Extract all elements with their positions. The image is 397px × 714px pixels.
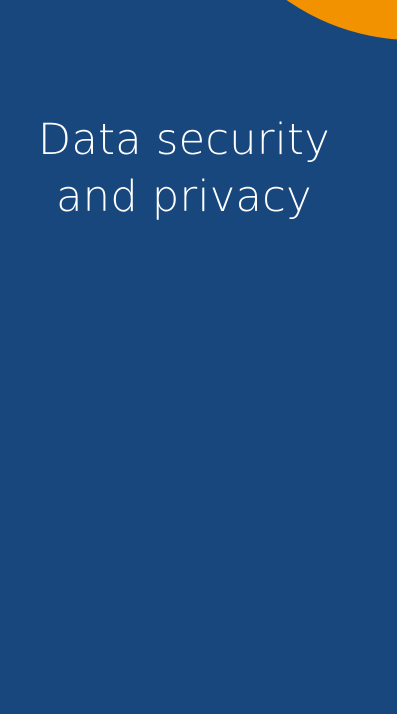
page-title-line-1: Data security: [38, 115, 330, 165]
page-title: Data security and privacy: [0, 112, 368, 226]
page-title-line-2: and privacy: [56, 172, 312, 222]
intro-panel: Data security and privacy: [0, 0, 397, 714]
orange-quarter-circle-shape: [193, 0, 397, 40]
